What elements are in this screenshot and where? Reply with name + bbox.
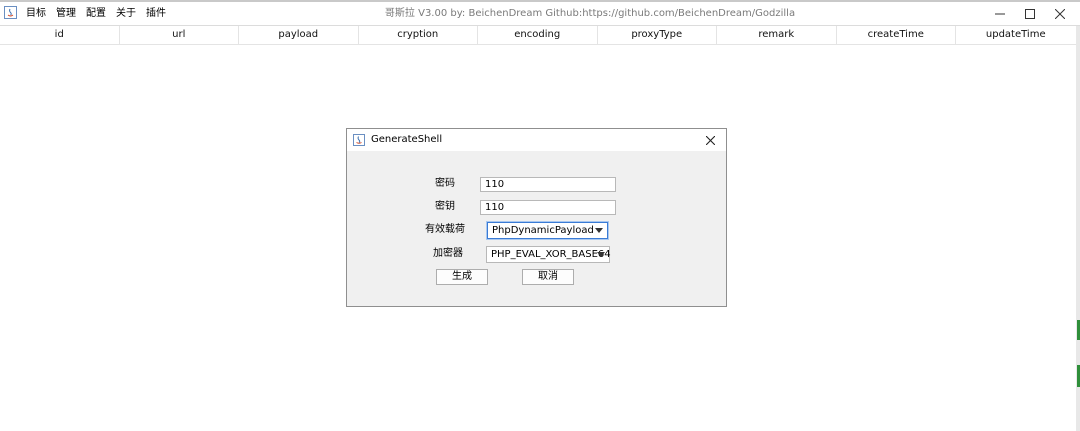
generate-shell-dialog: GenerateShell 密码 110 密钥 110 有效载荷 PhpDyna… xyxy=(346,128,727,307)
column-payload[interactable]: payload xyxy=(239,26,359,44)
window-title: 哥斯拉 V3.00 by: BeichenDream Github:https:… xyxy=(384,8,796,19)
column-url[interactable]: url xyxy=(120,26,239,44)
generate-button[interactable]: 生成 xyxy=(436,269,488,285)
payload-selected-value: PhpDynamicPayload xyxy=(492,225,594,236)
key-label: 密钥 xyxy=(435,201,455,212)
column-cryption[interactable]: cryption xyxy=(359,26,478,44)
password-label: 密码 xyxy=(435,178,455,189)
shell-table-header: id url payload cryption encoding proxyTy… xyxy=(0,26,1076,45)
minimize-icon xyxy=(995,13,1005,14)
column-proxy-type[interactable]: proxyType xyxy=(598,26,717,44)
maximize-button[interactable] xyxy=(1014,2,1046,25)
maximize-icon xyxy=(1025,8,1035,19)
cryption-label: 加密器 xyxy=(433,248,463,259)
chevron-down-icon xyxy=(597,252,605,257)
close-icon xyxy=(1055,8,1065,19)
payload-label: 有效载荷 xyxy=(425,224,465,235)
cryption-select[interactable]: PHP_EVAL_XOR_BASE64 xyxy=(486,246,611,263)
column-create-time[interactable]: createTime xyxy=(837,26,956,44)
title-bar: 目标 管理 配置 关于 插件 哥斯拉 V3.00 by: BeichenDrea… xyxy=(0,2,1080,26)
payload-select[interactable]: PhpDynamicPayload xyxy=(487,222,608,239)
dialog-title: GenerateShell xyxy=(371,134,443,145)
close-icon xyxy=(705,135,715,145)
column-id[interactable]: id xyxy=(0,26,120,44)
minimize-button[interactable] xyxy=(984,2,1016,25)
cancel-button[interactable]: 取消 xyxy=(522,269,574,285)
chevron-down-icon xyxy=(595,228,603,233)
dialog-title-bar: GenerateShell xyxy=(347,129,726,151)
cryption-selected-value: PHP_EVAL_XOR_BASE64 xyxy=(491,249,611,260)
dialog-close-button[interactable] xyxy=(700,129,720,151)
key-field[interactable]: 110 xyxy=(480,200,616,215)
password-field[interactable]: 110 xyxy=(480,177,616,192)
close-button[interactable] xyxy=(1044,2,1076,25)
main-window: 目标 管理 配置 关于 插件 哥斯拉 V3.00 by: BeichenDrea… xyxy=(0,0,1080,431)
java-app-icon xyxy=(353,134,365,146)
column-remark[interactable]: remark xyxy=(717,26,837,44)
column-encoding[interactable]: encoding xyxy=(478,26,598,44)
column-update-time[interactable]: updateTime xyxy=(956,26,1076,44)
